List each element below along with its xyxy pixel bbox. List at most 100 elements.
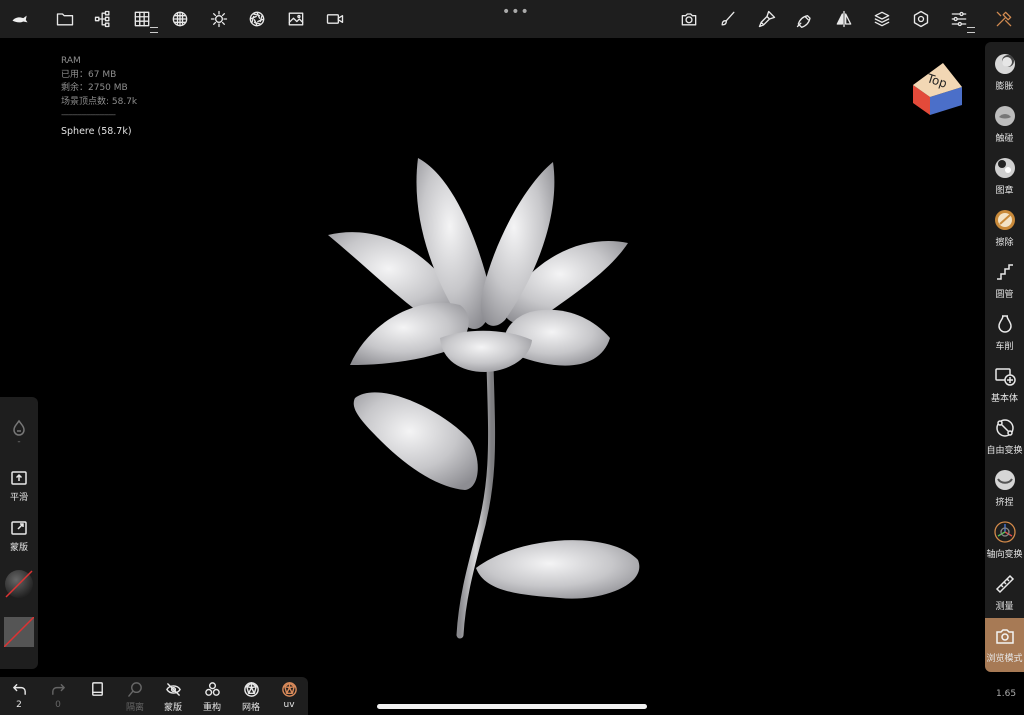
lathe-icon: [992, 311, 1018, 337]
home-indicator: [377, 704, 647, 709]
memory-stats: RAM 已用：67 MB 剩余：2750 MB 场景顶点数: 58.7k ---…: [61, 55, 137, 138]
image-icon[interactable]: [284, 7, 308, 31]
erase-icon: [992, 207, 1018, 233]
mask-visibility-button[interactable]: 蒙版: [158, 681, 188, 713]
mask-button[interactable]: 蒙版: [0, 519, 38, 553]
tool-view-mode[interactable]: 浏览模式: [985, 618, 1024, 672]
left-tool-panel: - 平滑 蒙版: [0, 397, 38, 669]
undo-button[interactable]: 2: [4, 681, 34, 710]
stats-separator: ------------------------: [61, 110, 116, 120]
top-toolbar: •••: [0, 0, 1024, 38]
layers-icon[interactable]: [870, 7, 894, 31]
zoom-level: 1.65: [996, 689, 1017, 699]
tool-tube-label: 圆管: [995, 290, 1014, 300]
tool-tube[interactable]: 圆管: [985, 254, 1024, 306]
tool-axis-transform-label: 轴向变换: [986, 550, 1023, 560]
tool-axis-transform[interactable]: 轴向变换: [985, 514, 1024, 566]
isolate-button[interactable]: 隔离: [120, 681, 150, 713]
aperture-icon[interactable]: [245, 7, 269, 31]
tool-erase-label: 擦除: [995, 238, 1014, 248]
tool-free-transform-label: 自由变换: [986, 446, 1023, 456]
tool-pinch[interactable]: 挤捏: [985, 462, 1024, 514]
material-ball-icon: [5, 570, 33, 598]
texture-icon[interactable]: [168, 7, 192, 31]
video-icon[interactable]: [323, 7, 347, 31]
mask-visibility-label: 蒙版: [163, 703, 182, 713]
remesh-button[interactable]: 重构: [197, 681, 227, 713]
drop-icon: [13, 419, 25, 436]
pen-nib-icon[interactable]: [793, 7, 817, 31]
color-swatch[interactable]: [0, 617, 38, 647]
tool-inflate[interactable]: 膨胀: [985, 46, 1024, 98]
folder-icon[interactable]: [53, 7, 77, 31]
bottom-toolbar: 2 0 隔离 蒙版 重构 网格 uv: [0, 677, 308, 715]
camera-icon[interactable]: [677, 7, 701, 31]
material-sphere[interactable]: [0, 569, 38, 599]
tool-erase[interactable]: 擦除: [985, 202, 1024, 254]
tube-icon: [992, 259, 1018, 285]
sliders-icon[interactable]: [947, 7, 975, 33]
tool-measure[interactable]: 测量: [985, 566, 1024, 618]
mask-label: 蒙版: [9, 543, 28, 553]
inflate-icon: [992, 51, 1018, 77]
tool-lathe-label: 车削: [995, 342, 1014, 352]
free-transform-icon: [992, 415, 1018, 441]
smooth-button[interactable]: 平滑: [0, 469, 38, 503]
stats-used: 已用：67 MB: [61, 69, 117, 80]
tools-icon[interactable]: [992, 7, 1016, 31]
active-object-label[interactable]: Sphere (58.7k): [61, 125, 137, 139]
uv-icon: [281, 682, 297, 697]
light-icon[interactable]: [207, 7, 231, 31]
notes-button[interactable]: [82, 681, 112, 698]
settings-icon[interactable]: [909, 7, 933, 31]
smooth-label: 平滑: [9, 493, 28, 503]
tool-inflate-label: 膨胀: [995, 82, 1014, 92]
dropper-button[interactable]: -: [0, 419, 38, 447]
brush-icon[interactable]: [716, 7, 740, 31]
redo-button[interactable]: 0: [43, 681, 73, 710]
mesh-button[interactable]: 网格: [236, 681, 266, 713]
remesh-icon: [204, 682, 220, 696]
redo-icon: [51, 684, 65, 695]
eye-slash-icon: [165, 683, 181, 696]
paint-icon[interactable]: [755, 7, 779, 31]
tool-measure-label: 测量: [995, 602, 1014, 612]
isolate-label: 隔离: [125, 703, 144, 713]
tool-lathe[interactable]: 车削: [985, 306, 1024, 358]
color-swatch-icon: [4, 617, 34, 647]
symmetry-icon[interactable]: [832, 7, 856, 31]
tool-smudge-label: 触碰: [995, 134, 1014, 144]
isolate-icon: [127, 682, 142, 697]
stats-vertices: 场景顶点数: 58.7k: [61, 96, 138, 107]
uv-label: uv: [283, 700, 295, 710]
stats-remaining: 剩余：2750 MB: [61, 83, 128, 93]
redo-count: 0: [55, 700, 61, 710]
menu-dots[interactable]: •••: [502, 4, 530, 20]
smooth-icon: [11, 471, 27, 485]
grid-icon[interactable]: [130, 7, 158, 33]
view-cube[interactable]: Top: [910, 57, 964, 117]
uv-button[interactable]: uv: [274, 681, 304, 710]
scene-tree-icon[interactable]: [91, 7, 115, 31]
tool-pinch-label: 挤捏: [995, 498, 1014, 508]
tool-smudge[interactable]: 触碰: [985, 98, 1024, 150]
add-primitive-icon: [992, 363, 1018, 389]
stats-title: RAM: [61, 56, 81, 66]
pinch-icon: [992, 467, 1018, 493]
mesh-icon: [243, 682, 259, 697]
dropper-value: -: [17, 437, 21, 447]
undo-icon: [12, 684, 26, 695]
tool-view-mode-label: 浏览模式: [986, 654, 1023, 664]
gizmo-icon: [992, 519, 1018, 545]
tool-free-transform[interactable]: 自由变换: [985, 410, 1024, 462]
tool-stamp[interactable]: 图章: [985, 150, 1024, 202]
tool-primitive[interactable]: 基本体: [985, 358, 1024, 410]
ruler-icon: [992, 571, 1018, 597]
sculpt-model-flower[interactable]: [300, 140, 680, 650]
mask-icon: [11, 521, 27, 535]
sculpt-tools-panel: 膨胀 触碰 图章 擦除 圆管 车削 基本体 自由变换 挤捏 轴向变换 测量 浏览…: [985, 42, 1024, 672]
smudge-icon: [992, 103, 1018, 129]
stamp-icon: [992, 155, 1018, 181]
tool-primitive-label: 基本体: [990, 394, 1018, 404]
fish-logo-icon[interactable]: [8, 7, 32, 31]
